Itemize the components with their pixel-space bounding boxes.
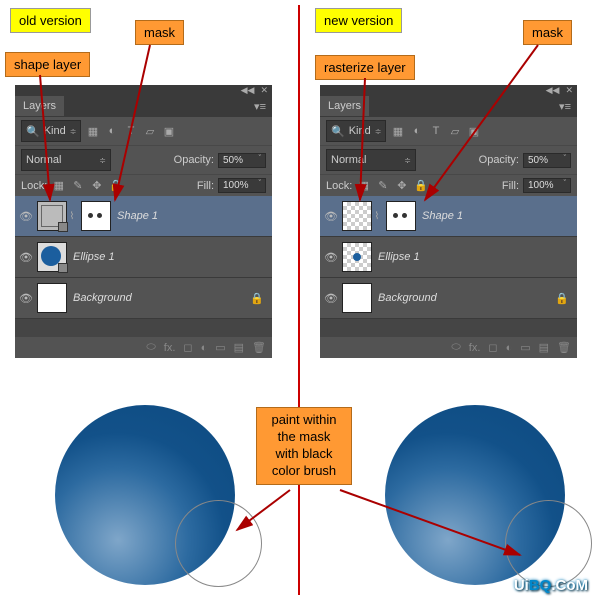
arrow-hint-left (237, 490, 290, 530)
arrow-shape-layer (40, 75, 50, 200)
arrow-hint-right (340, 490, 520, 555)
arrow-mask-right (425, 45, 538, 200)
watermark: UiBQ.CoM (514, 577, 588, 594)
arrow-rasterize (360, 78, 365, 200)
annotation-arrows (0, 0, 600, 600)
arrow-mask-left (115, 45, 150, 200)
